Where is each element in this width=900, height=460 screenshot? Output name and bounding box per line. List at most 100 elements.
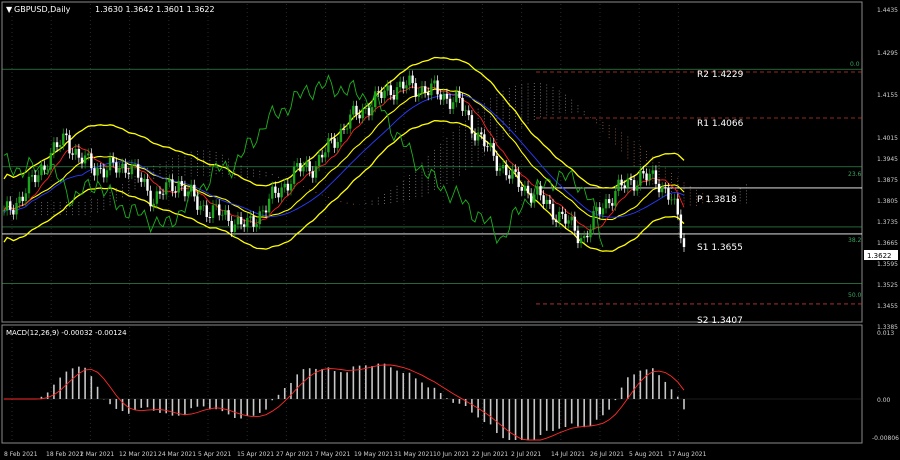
candle-body (676, 198, 679, 215)
candle-body (461, 97, 464, 111)
candle-body (551, 203, 555, 220)
candle-body (18, 196, 21, 203)
price-tick: 1.3945 (877, 156, 898, 163)
candle-body (380, 91, 383, 98)
candle-body (221, 214, 224, 216)
candle-body (99, 167, 102, 169)
candle-body (242, 224, 246, 227)
time-tick: 15 Apr 2021 (237, 451, 274, 458)
candle-body (370, 107, 374, 116)
candle-body (246, 217, 249, 227)
candle-body (620, 179, 623, 186)
price-tick: 1.3805 (877, 198, 898, 205)
candle-body (589, 229, 592, 238)
candle-body (533, 194, 536, 203)
candle-body (408, 75, 411, 86)
candle-body (511, 169, 514, 179)
pivot-levels (2, 68, 862, 305)
time-tick: 10 Jun 2021 (433, 451, 469, 458)
candle-body (227, 210, 230, 221)
candle-body (65, 133, 68, 136)
candle-body (62, 133, 65, 146)
candle-body (607, 199, 611, 204)
candle-body (55, 142, 59, 148)
candle-body (492, 143, 495, 156)
candle-body (392, 95, 396, 100)
candle-body (517, 171, 520, 187)
candle-body (146, 178, 149, 191)
chart-canvas[interactable]: ▼ GBPUSD,Daily 1.3630 1.3642 1.3601 1.36… (0, 0, 900, 460)
candle-body (336, 141, 339, 148)
candle-body (508, 175, 511, 179)
tenkan-line (3, 85, 685, 232)
candle-body (280, 187, 283, 198)
candle-body (15, 202, 18, 215)
level-label-s1: S1 1.3655 (697, 243, 743, 253)
time-tick: 24 Mar 2021 (158, 451, 196, 458)
bollinger-upper (3, 56, 685, 189)
candle-body (43, 165, 46, 170)
time-tick: 2 Mar 2021 (80, 451, 114, 458)
time-tick: 5 Aug 2021 (629, 451, 664, 458)
candle-body (542, 195, 545, 204)
candle-body (49, 153, 52, 170)
candle-body (261, 210, 265, 212)
candle-body (470, 115, 474, 134)
candle-body (539, 186, 542, 196)
candle-body (423, 86, 427, 93)
time-tick: 17 Aug 2021 (668, 451, 707, 458)
candle-body (21, 196, 24, 202)
price-axis: 1.4435 1.4295 1.4155 1.4015 1.3945 1.387… (877, 7, 898, 331)
candle-body (657, 183, 661, 193)
candle-body (523, 185, 527, 191)
candle-body (489, 143, 492, 147)
candle-body (236, 217, 240, 225)
candle-body (289, 183, 293, 191)
candle-body (520, 186, 523, 191)
candle-body (548, 199, 552, 204)
price-tick: 1.3875 (877, 177, 898, 184)
candle-body (255, 224, 258, 227)
candle-body (352, 105, 355, 115)
time-tick: 5 Apr 2021 (198, 451, 231, 458)
candle-body (664, 187, 667, 189)
candle-body (286, 183, 290, 191)
candle-body (342, 128, 346, 130)
candle-body (202, 205, 205, 207)
candle-body (386, 85, 389, 91)
candle-body (189, 184, 193, 192)
candle-body (165, 182, 168, 195)
candle-body (249, 216, 252, 218)
candle-body (377, 91, 380, 93)
level-label-r2: R2 1.4229 (697, 70, 744, 80)
candle-body (5, 201, 9, 211)
candle-body (320, 154, 324, 158)
candle-body (464, 110, 467, 112)
candle-body (27, 176, 31, 194)
candle-body (317, 154, 321, 167)
time-axis: 8 Feb 2021 18 Feb 2021 2 Mar 2021 12 Mar… (4, 451, 707, 458)
candle-body (186, 191, 190, 197)
price-tick: 1.3595 (877, 261, 898, 268)
bollinger-lower (3, 120, 685, 252)
candle-body (177, 181, 180, 193)
price-tick: 1.3735 (877, 219, 898, 226)
candle-body (133, 164, 137, 166)
candle-body (271, 186, 274, 199)
candle-body (296, 163, 299, 167)
candle-body (402, 81, 405, 89)
fib-label-23: 23.6 (848, 171, 862, 178)
candle-body (136, 164, 140, 178)
candle-body (330, 138, 333, 139)
time-tick: 26 Jul 2021 (590, 451, 624, 458)
candle-body (579, 238, 583, 244)
candle-body (448, 98, 452, 109)
candle-body (617, 179, 620, 191)
candle-body (174, 191, 177, 193)
macd-axis-zero: 0.00 (877, 397, 891, 404)
price-tick: 1.4435 (877, 7, 898, 14)
candle-body (40, 165, 43, 176)
candle-body (442, 93, 446, 100)
candle-body (277, 192, 280, 198)
candle-body (80, 157, 84, 164)
